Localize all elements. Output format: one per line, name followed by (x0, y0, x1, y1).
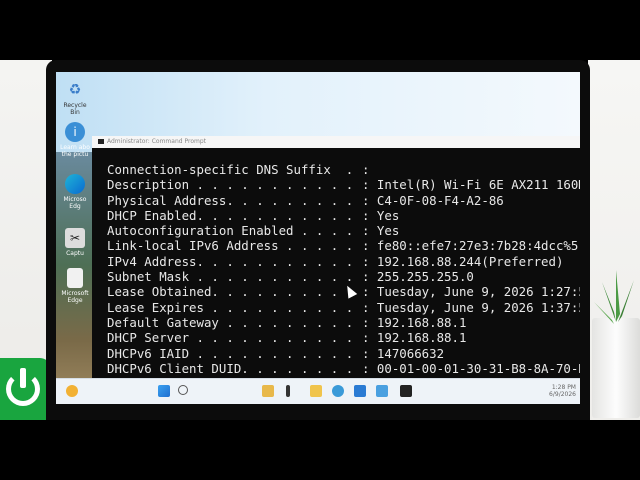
row-value: : Yes (362, 223, 400, 239)
row-label: Physical Address. . . . . . . . . (107, 192, 354, 208)
desktop-icon-recycle-bin[interactable]: ♻ Recycle Bin (58, 80, 92, 116)
row-value: : (362, 162, 370, 177)
row-label: Lease Expires . . . . . . . . . . (107, 299, 354, 315)
row-value: : 192.168.88.244(Preferred) (362, 253, 564, 269)
row-value: : Tuesday, June 9, 2026 1:37:53 P (362, 299, 580, 315)
desktop-icon-capture[interactable]: ✂ Captu (58, 228, 92, 257)
mail-icon[interactable] (376, 385, 388, 397)
row-label: Lease Obtained. . . . . . . . . . (107, 284, 354, 300)
task-view-icon[interactable] (262, 385, 274, 397)
row-value: : Intel(R) Wi-Fi 6E AX211 160MHz (362, 177, 580, 193)
row-label: Default Gateway . . . . . . . . . (107, 314, 354, 330)
document-icon (67, 268, 83, 288)
row-label: DHCPv6 IAID . . . . . . . . . . . (107, 345, 354, 361)
row-value: : C4-0F-08-F4-A2-86 (362, 192, 504, 208)
row-value: : 147066632 (362, 345, 445, 361)
row-value: : fe80::efe7:27e3:7b28:4dcc%5(Pre (362, 238, 580, 254)
desktop-icon-learn[interactable]: i Learn abo the pictu (58, 122, 92, 158)
terminal-taskbar-icon[interactable] (400, 385, 412, 397)
recycle-bin-icon: ♻ (68, 82, 82, 98)
learn-icon: i (65, 122, 85, 142)
power-icon-bar (20, 368, 26, 388)
edge-icon[interactable] (332, 385, 344, 397)
row-label: Subnet Mask . . . . . . . . . . . (107, 269, 354, 285)
row-value: : Tuesday, June 9, 2026 1:27:53 P (362, 284, 580, 300)
tray-time: 1:28 PM (551, 384, 576, 391)
row-label: Description . . . . . . . . . . . (107, 177, 354, 193)
system-tray-clock[interactable]: 1:28 PM 6/9/2026 (526, 384, 576, 398)
search-icon[interactable] (178, 385, 188, 395)
file-explorer-icon[interactable] (310, 385, 322, 397)
laptop-screen: ♻ Recycle Bin i Learn abo the pictu Micr… (56, 72, 580, 404)
terminal-window[interactable]: Connection-specific DNS Suffix .: Descri… (92, 148, 580, 382)
start-icon[interactable] (158, 385, 170, 397)
terminal-icon (98, 139, 104, 144)
store-icon[interactable] (354, 385, 366, 397)
row-label: IPv4 Address. . . . . . . . . . . (107, 253, 354, 269)
widgets-icon[interactable] (286, 385, 290, 397)
terminal-titlebar[interactable]: Administrator: Command Prompt (92, 136, 580, 148)
edge-icon (65, 174, 85, 194)
desktop-icon-edge[interactable]: Microso Edg (58, 174, 92, 210)
row-value: : 192.168.88.1 (362, 314, 467, 330)
row-label: DHCP Enabled. . . . . . . . . . . (107, 207, 354, 223)
row-value: : Yes (362, 207, 400, 223)
tray-date: 6/9/2026 (549, 391, 576, 398)
taskbar: 1:28 PM 6/9/2026 (56, 378, 580, 404)
row-label: Connection-specific DNS Suffix . (107, 162, 354, 177)
row-label: Link-local IPv6 Address . . . . . (107, 238, 354, 254)
row-value: : 192.168.88.1 (362, 330, 467, 346)
plant-leaves (594, 270, 638, 324)
desktop-icon-document[interactable]: Microsoft Edge (58, 268, 92, 304)
row-label: DHCP Server . . . . . . . . . . . (107, 330, 354, 346)
capture-icon: ✂ (65, 228, 85, 248)
row-value: : 00-01-00-01-30-31-B8-8A-70-D4-A2-C (362, 360, 580, 376)
terminal-title: Administrator: Command Prompt (107, 138, 206, 145)
row-value: : 255.255.255.0 (362, 269, 474, 285)
weather-icon[interactable] (66, 385, 78, 397)
row-label: Autoconfiguration Enabled . . . . (107, 223, 354, 239)
row-label: DHCPv6 Client DUID. . . . . . . . (107, 360, 354, 376)
